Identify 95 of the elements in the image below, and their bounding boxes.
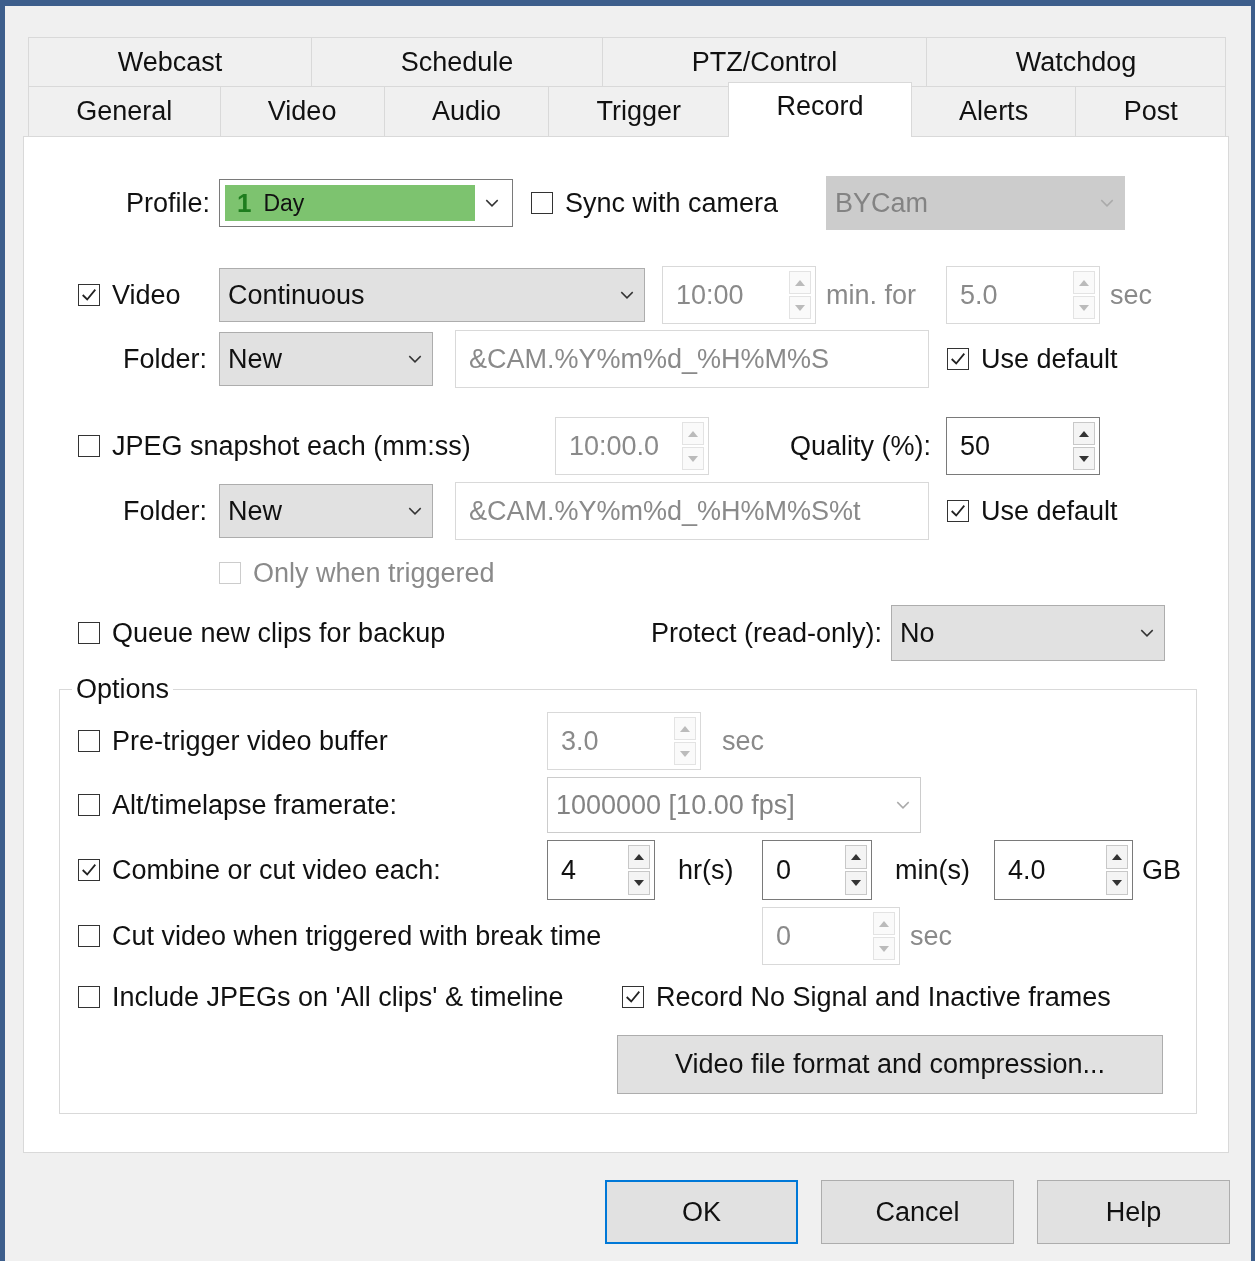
check-icon bbox=[949, 502, 967, 520]
spin-up-button[interactable] bbox=[628, 845, 650, 869]
field-label: Profile: bbox=[124, 187, 210, 219]
up-arrow-icon bbox=[851, 854, 861, 860]
down-arrow-icon bbox=[1079, 455, 1089, 462]
checkbox[interactable] bbox=[78, 986, 100, 1008]
down-arrow-icon bbox=[795, 304, 805, 311]
spin-down-button[interactable] bbox=[1073, 447, 1095, 470]
unit-label: hr(s) bbox=[678, 854, 735, 886]
checkbox-label: Record No Signal and Inactive frames bbox=[656, 981, 1111, 1013]
tab[interactable]: Webcast bbox=[28, 37, 312, 86]
spin-down-button[interactable] bbox=[628, 871, 650, 895]
field-label: Quality (%): bbox=[788, 430, 931, 462]
up-arrow-icon bbox=[634, 854, 644, 860]
checkbox-label: Pre-trigger video buffer bbox=[112, 725, 388, 757]
chevron-down-icon bbox=[485, 199, 499, 207]
checkbox[interactable] bbox=[947, 348, 969, 370]
spin-down-button[interactable] bbox=[1106, 871, 1128, 895]
up-arrow-icon bbox=[795, 279, 805, 286]
checkbox-label: Queue new clips for backup bbox=[112, 617, 446, 649]
unit-label: min. for bbox=[826, 279, 918, 311]
checkbox-label: Combine or cut video each: bbox=[112, 854, 441, 886]
spin-up-button[interactable] bbox=[1106, 845, 1128, 869]
dialog-button[interactable]: OK bbox=[605, 1180, 798, 1244]
down-arrow-icon bbox=[634, 880, 644, 886]
chevron-down-icon bbox=[408, 355, 422, 363]
check-icon bbox=[949, 350, 967, 368]
chevron-down-icon bbox=[896, 801, 910, 809]
dropdown[interactable]: New bbox=[219, 332, 433, 386]
checkbox[interactable] bbox=[78, 435, 100, 457]
checkbox-label: Cut video when triggered with break time bbox=[112, 920, 602, 952]
unit-label: GB bbox=[1142, 854, 1181, 886]
unit-label: min(s) bbox=[895, 854, 971, 886]
checkbox[interactable] bbox=[622, 986, 644, 1008]
checkbox-label: Include JPEGs on 'All clips' & timeline bbox=[112, 981, 564, 1013]
dropdown[interactable]: New bbox=[219, 484, 433, 538]
tab[interactable]: Watchdog bbox=[926, 37, 1226, 86]
field-label: Protect (read-only): bbox=[649, 617, 882, 649]
format-button[interactable]: Video file format and compression... bbox=[617, 1035, 1163, 1094]
checkbox[interactable] bbox=[531, 192, 553, 214]
checkbox[interactable] bbox=[947, 500, 969, 522]
down-arrow-icon bbox=[1112, 880, 1122, 886]
number-field[interactable]: 4 bbox=[547, 840, 655, 900]
check-icon bbox=[80, 861, 98, 879]
spin-up-button[interactable] bbox=[845, 845, 867, 869]
checkbox[interactable] bbox=[78, 859, 100, 881]
chevron-down-icon bbox=[1100, 199, 1114, 207]
down-arrow-icon bbox=[879, 945, 889, 952]
checkbox-label: JPEG snapshot each (mm:ss) bbox=[112, 430, 471, 462]
dropdown[interactable]: Continuous bbox=[219, 268, 645, 322]
up-arrow-icon bbox=[1079, 279, 1089, 286]
check-icon bbox=[624, 988, 642, 1006]
down-arrow-icon bbox=[851, 880, 861, 886]
checkbox[interactable] bbox=[78, 794, 100, 816]
unit-label: sec bbox=[722, 725, 765, 757]
down-arrow-icon bbox=[688, 455, 698, 462]
up-arrow-icon bbox=[1079, 430, 1089, 437]
tab[interactable]: Post bbox=[1075, 86, 1226, 136]
up-arrow-icon bbox=[680, 725, 690, 732]
group-title: Options bbox=[75, 674, 171, 705]
tab[interactable]: General bbox=[28, 86, 221, 136]
checkbox[interactable] bbox=[78, 284, 100, 306]
checkbox[interactable] bbox=[78, 730, 100, 752]
check-icon bbox=[80, 286, 98, 304]
up-arrow-icon bbox=[688, 430, 698, 437]
down-arrow-icon bbox=[1079, 304, 1089, 311]
checkbox-label: Only when triggered bbox=[253, 557, 495, 589]
profile-dropdown[interactable]: 1 Day bbox=[219, 179, 513, 227]
chevron-down-icon bbox=[408, 507, 422, 515]
unit-label: sec bbox=[1110, 279, 1153, 311]
chevron-down-icon bbox=[620, 291, 634, 299]
checkbox[interactable] bbox=[78, 622, 100, 644]
spin-up-button[interactable] bbox=[1073, 422, 1095, 445]
checkbox[interactable] bbox=[78, 925, 100, 947]
checkbox-label: Video bbox=[112, 279, 181, 311]
unit-label: sec bbox=[910, 920, 953, 952]
dialog-button[interactable]: Help bbox=[1037, 1180, 1230, 1244]
selected-value: 1 Day bbox=[225, 185, 475, 221]
dialog-button[interactable]: Cancel bbox=[821, 1180, 1014, 1244]
dropdown[interactable]: No bbox=[891, 605, 1165, 661]
checkbox-label: Sync with camera bbox=[565, 187, 779, 219]
spin-down-button[interactable] bbox=[845, 871, 867, 895]
checkbox-label: Use default bbox=[981, 495, 1118, 527]
up-arrow-icon bbox=[879, 920, 889, 927]
field-label: Folder: bbox=[121, 495, 207, 527]
checkbox-label: Alt/timelapse framerate: bbox=[112, 789, 398, 821]
number-field[interactable]: 0 bbox=[762, 840, 872, 900]
up-arrow-icon bbox=[1112, 854, 1122, 860]
number-field[interactable]: 50 bbox=[946, 417, 1100, 475]
number-field[interactable]: 4.0 bbox=[994, 840, 1133, 900]
checkbox-label: Use default bbox=[981, 343, 1118, 375]
down-arrow-icon bbox=[680, 750, 690, 757]
field-label: Folder: bbox=[121, 343, 207, 375]
chevron-down-icon bbox=[1140, 629, 1154, 637]
tab[interactable]: Record bbox=[728, 82, 912, 137]
